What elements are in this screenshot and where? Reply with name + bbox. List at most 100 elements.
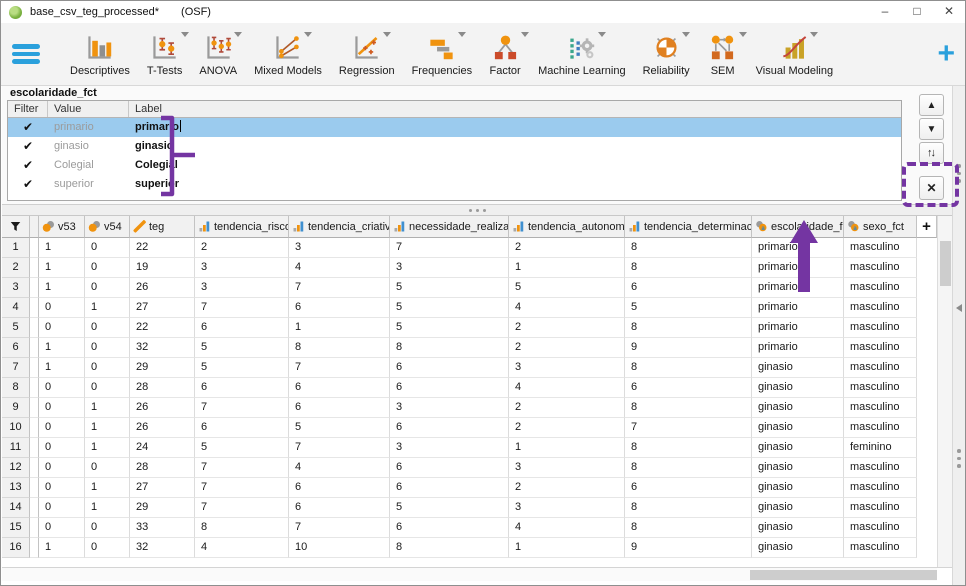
row-number[interactable]: 9 bbox=[2, 398, 30, 418]
data-cell[interactable]: 6 bbox=[390, 358, 509, 378]
data-cell[interactable]: 1 bbox=[509, 538, 625, 558]
data-cell[interactable]: 5 bbox=[289, 418, 390, 438]
data-cell[interactable]: masculino bbox=[844, 538, 917, 558]
row-number[interactable]: 15 bbox=[2, 518, 30, 538]
data-cell[interactable]: masculino bbox=[844, 398, 917, 418]
data-cell[interactable]: 7 bbox=[195, 458, 289, 478]
data-cell[interactable]: 8 bbox=[625, 258, 752, 278]
close-button[interactable]: ✕ bbox=[933, 1, 965, 23]
row-number[interactable]: 3 bbox=[2, 278, 30, 298]
data-cell[interactable]: 7 bbox=[289, 518, 390, 538]
label-cell[interactable]: Colegial bbox=[129, 156, 901, 175]
results-panel-splitter[interactable] bbox=[952, 86, 966, 586]
column-header-v53[interactable]: v53 bbox=[39, 216, 85, 238]
sort-values-button[interactable]: ↑↓ bbox=[919, 142, 944, 164]
module-sem[interactable]: SEM bbox=[707, 32, 739, 77]
data-cell[interactable]: ginasio bbox=[752, 538, 844, 558]
data-cell[interactable]: 32 bbox=[130, 538, 195, 558]
data-cell[interactable]: 8 bbox=[625, 238, 752, 258]
module-mixed-models[interactable]: Mixed Models bbox=[254, 32, 322, 77]
data-cell[interactable]: 10 bbox=[289, 538, 390, 558]
close-values-editor-button[interactable]: ✕ bbox=[919, 176, 944, 200]
data-cell[interactable]: masculino bbox=[844, 498, 917, 518]
data-cell[interactable]: ginasio bbox=[752, 518, 844, 538]
data-cell[interactable]: 0 bbox=[85, 538, 130, 558]
data-cell[interactable]: 9 bbox=[625, 538, 752, 558]
data-cell[interactable]: ginasio bbox=[752, 478, 844, 498]
data-cell[interactable]: primario bbox=[752, 338, 844, 358]
data-cell[interactable]: 3 bbox=[390, 258, 509, 278]
data-cell[interactable]: 0 bbox=[39, 518, 85, 538]
data-cell[interactable]: ginasio bbox=[752, 458, 844, 478]
data-cell[interactable]: 5 bbox=[390, 278, 509, 298]
horizontal-scrollbar-thumb[interactable] bbox=[750, 570, 942, 580]
data-cell[interactable]: 7 bbox=[195, 478, 289, 498]
data-cell[interactable]: 33 bbox=[130, 518, 195, 538]
data-cell[interactable]: ginasio bbox=[752, 498, 844, 518]
data-cell[interactable]: masculino bbox=[844, 318, 917, 338]
data-cell[interactable]: 22 bbox=[130, 318, 195, 338]
data-cell[interactable]: 8 bbox=[289, 338, 390, 358]
column-header-tendencia-risco[interactable]: tendencia_risco bbox=[195, 216, 289, 238]
vertical-scrollbar-thumb[interactable] bbox=[940, 241, 951, 286]
data-cell[interactable]: ginasio bbox=[752, 418, 844, 438]
data-cell[interactable]: 26 bbox=[130, 278, 195, 298]
data-cell[interactable]: 3 bbox=[289, 238, 390, 258]
minimize-button[interactable]: – bbox=[869, 1, 901, 23]
data-cell[interactable]: 8 bbox=[195, 518, 289, 538]
data-cell[interactable]: 6 bbox=[289, 378, 390, 398]
data-cell[interactable]: masculino bbox=[844, 238, 917, 258]
data-cell[interactable]: 1 bbox=[85, 498, 130, 518]
data-cell[interactable]: 7 bbox=[195, 298, 289, 318]
data-cell[interactable]: 6 bbox=[195, 378, 289, 398]
data-cell[interactable]: 1 bbox=[509, 258, 625, 278]
data-cell[interactable]: 6 bbox=[625, 378, 752, 398]
column-header-v54[interactable]: v54 bbox=[85, 216, 130, 238]
row-number[interactable]: 1 bbox=[2, 238, 30, 258]
module-t-tests[interactable]: T-Tests bbox=[147, 32, 182, 77]
vertical-scrollbar[interactable] bbox=[937, 216, 952, 567]
move-value-down-button[interactable]: ▼ bbox=[919, 118, 944, 140]
data-cell[interactable]: 0 bbox=[85, 278, 130, 298]
module-regression[interactable]: Regression bbox=[339, 32, 395, 77]
data-cell[interactable]: masculino bbox=[844, 378, 917, 398]
data-cell[interactable]: masculino bbox=[844, 478, 917, 498]
data-cell[interactable]: 3 bbox=[195, 278, 289, 298]
data-cell[interactable]: 8 bbox=[625, 318, 752, 338]
data-cell[interactable]: masculino bbox=[844, 258, 917, 278]
data-cell[interactable]: 6 bbox=[625, 478, 752, 498]
data-cell[interactable]: 6 bbox=[390, 418, 509, 438]
add-module-button[interactable]: + bbox=[937, 39, 955, 69]
value-row-colegial[interactable]: ✔ColegialColegial bbox=[8, 156, 901, 175]
data-cell[interactable]: 6 bbox=[289, 298, 390, 318]
data-cell[interactable]: 0 bbox=[39, 438, 85, 458]
data-cell[interactable]: masculino bbox=[844, 418, 917, 438]
data-cell[interactable]: 29 bbox=[130, 498, 195, 518]
module-machine-learning[interactable]: Machine Learning bbox=[538, 32, 625, 77]
add-column-button[interactable]: + bbox=[917, 216, 937, 238]
value-row-ginasio[interactable]: ✔ginasioginasio bbox=[8, 137, 901, 156]
data-cell[interactable]: masculino bbox=[844, 278, 917, 298]
row-number[interactable]: 8 bbox=[2, 378, 30, 398]
data-cell[interactable]: 5 bbox=[195, 338, 289, 358]
data-cell[interactable]: masculino bbox=[844, 338, 917, 358]
horizontal-scrollbar[interactable] bbox=[2, 567, 937, 581]
maximize-button[interactable]: □ bbox=[901, 1, 933, 23]
row-number[interactable]: 13 bbox=[2, 478, 30, 498]
data-cell[interactable]: 0 bbox=[39, 498, 85, 518]
data-cell[interactable]: 6 bbox=[625, 278, 752, 298]
data-cell[interactable]: 4 bbox=[195, 538, 289, 558]
data-cell[interactable]: 7 bbox=[390, 238, 509, 258]
data-cell[interactable]: 3 bbox=[390, 438, 509, 458]
data-cell[interactable]: 5 bbox=[625, 298, 752, 318]
data-cell[interactable]: 6 bbox=[289, 498, 390, 518]
data-cell[interactable]: 1 bbox=[85, 298, 130, 318]
data-cell[interactable]: primario bbox=[752, 298, 844, 318]
column-header-teg[interactable]: teg bbox=[130, 216, 195, 238]
value-row-primario[interactable]: ✔primarioprimario bbox=[8, 118, 901, 137]
data-cell[interactable]: 1 bbox=[85, 438, 130, 458]
data-cell[interactable]: 0 bbox=[39, 458, 85, 478]
move-value-up-button[interactable]: ▲ bbox=[919, 94, 944, 116]
data-cell[interactable]: 0 bbox=[39, 318, 85, 338]
data-cell[interactable]: 6 bbox=[289, 398, 390, 418]
